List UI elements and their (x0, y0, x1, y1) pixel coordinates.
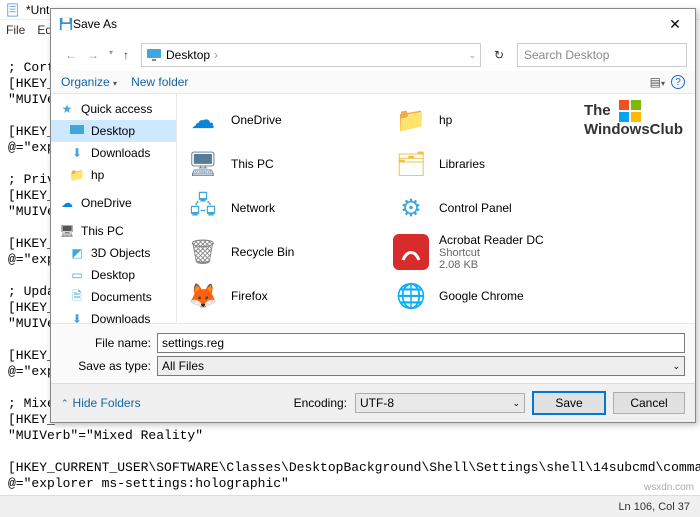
sidebar[interactable]: ★Quick access Desktop ⬇Downloads 📁hp ☁On… (51, 94, 177, 323)
cancel-button[interactable]: Cancel (613, 392, 685, 414)
item-onedrive[interactable]: ☁OneDrive (177, 98, 385, 142)
cube-icon: ◩ (69, 245, 85, 261)
view-options-button[interactable]: ▤▾ (650, 75, 665, 89)
pc-icon: 🖥 (59, 223, 75, 239)
save-icon (59, 17, 73, 31)
nav-fwd-icon: → (87, 48, 99, 62)
help-button[interactable]: ? (671, 75, 685, 89)
breadcrumb[interactable]: Desktop › ⌄ (141, 43, 481, 67)
organize-button[interactable]: Organize ▾ (61, 75, 117, 89)
dialog-title: Save As (73, 17, 117, 31)
sidebar-item-quick-access[interactable]: ★Quick access (51, 98, 176, 120)
desktop-icon: ▭ (69, 267, 85, 283)
hide-folders-button[interactable]: ⌃ Hide Folders (61, 396, 141, 410)
control-panel-icon: ⚙ (393, 190, 429, 226)
sidebar-item-downloads[interactable]: ⬇Downloads (51, 142, 176, 164)
sidebar-item-onedrive[interactable]: ☁OneDrive (51, 192, 176, 214)
watermark-logo: The WindowsClub (584, 100, 683, 138)
desktop-icon (69, 123, 85, 139)
chevron-right-icon[interactable]: › (214, 48, 218, 62)
network-icon: 🖧 (185, 190, 221, 226)
breadcrumb-location[interactable]: Desktop (166, 48, 210, 62)
item-recycle-bin[interactable]: 🗑Recycle Bin (177, 230, 385, 274)
pc-icon: 🖥 (185, 146, 221, 182)
fields-area: File name: settings.reg Save as type: Al… (51, 323, 695, 383)
item-firefox[interactable]: 🦊Firefox (177, 274, 385, 318)
status-position: Ln 106, Col 37 (618, 501, 690, 513)
item-chrome[interactable]: 🌐Google Chrome (385, 274, 593, 318)
refresh-button[interactable]: ↻ (487, 43, 511, 67)
folder-icon: 📁 (393, 102, 429, 138)
item-control-panel[interactable]: ⚙Control Panel (385, 186, 593, 230)
button-row: ⌃ Hide Folders Encoding: UTF-8⌄ Save Can… (51, 383, 695, 422)
pdf-icon (393, 234, 429, 270)
firefox-icon: 🦊 (185, 278, 221, 314)
item-acrobat[interactable]: Acrobat Reader DCShortcut2.08 KB (385, 230, 593, 274)
sidebar-item-hp[interactable]: 📁hp (51, 164, 176, 186)
desktop-icon (146, 47, 162, 63)
download-icon: ⬇ (69, 145, 85, 161)
chevron-up-icon: ⌃ (61, 398, 69, 409)
cloud-icon: ☁ (59, 195, 75, 211)
trash-icon: 🗑 (185, 234, 221, 270)
file-list[interactable]: The WindowsClub ☁OneDrive 🖥This PC 🖧Netw… (177, 94, 695, 323)
item-this-pc[interactable]: 🖥This PC (177, 142, 385, 186)
item-hp[interactable]: 📁hp (385, 98, 593, 142)
save-as-dialog: Save As ✕ ← → ▾ ↑ Desktop › ⌄ ↻ Search D… (50, 8, 696, 423)
save-button[interactable]: Save (533, 392, 605, 414)
download-icon: ⬇ (69, 311, 85, 323)
encoding-label: Encoding: (294, 396, 347, 410)
chevron-down-icon: ▾ (113, 79, 117, 88)
sidebar-item-this-pc[interactable]: 🖥This PC (51, 220, 176, 242)
star-icon: ★ (59, 101, 75, 117)
main-area: ★Quick access Desktop ⬇Downloads 📁hp ☁On… (51, 94, 695, 323)
nav-up-icon[interactable]: ↑ (123, 48, 129, 62)
sidebar-item-3d[interactable]: ◩3D Objects (51, 242, 176, 264)
dialog-titlebar[interactable]: Save As ✕ (51, 9, 695, 39)
notepad-title: *Unt (26, 3, 49, 17)
menu-file[interactable]: File (6, 23, 25, 37)
toolbar: Organize ▾ New folder ▤▾ ? (51, 71, 695, 94)
chrome-icon: 🌐 (393, 278, 429, 314)
type-select[interactable]: All Files⌄ (157, 356, 685, 376)
chevron-down-icon[interactable]: ⌄ (468, 50, 476, 61)
libraries-icon: 🗂 (393, 146, 429, 182)
folder-icon: 📁 (69, 167, 85, 183)
filename-input[interactable]: settings.reg (157, 333, 685, 353)
chevron-down-icon[interactable]: ▾ (109, 48, 113, 62)
chevron-down-icon: ⌄ (672, 361, 680, 372)
search-input[interactable]: Search Desktop (517, 43, 687, 67)
sidebar-item-downloads2[interactable]: ⬇Downloads (51, 308, 176, 323)
notepad-statusbar: Ln 106, Col 37 (0, 495, 700, 517)
nav-back-icon[interactable]: ← (65, 48, 77, 62)
sidebar-item-desktop[interactable]: Desktop (51, 120, 176, 142)
new-folder-button[interactable]: New folder (131, 75, 188, 89)
notepad-icon (6, 3, 20, 17)
search-placeholder: Search Desktop (524, 48, 609, 62)
close-button[interactable]: ✕ (655, 9, 695, 39)
chevron-down-icon: ⌄ (512, 398, 520, 409)
watermark-url: wsxdn.com (644, 482, 694, 493)
cloud-icon: ☁ (185, 102, 221, 138)
sidebar-item-documents[interactable]: 🗎Documents (51, 286, 176, 308)
document-icon: 🗎 (69, 289, 85, 305)
sidebar-item-desktop2[interactable]: ▭Desktop (51, 264, 176, 286)
filename-label: File name: (61, 336, 151, 350)
address-row: ← → ▾ ↑ Desktop › ⌄ ↻ Search Desktop (51, 39, 695, 71)
type-label: Save as type: (61, 359, 151, 373)
item-network[interactable]: 🖧Network (177, 186, 385, 230)
item-libraries[interactable]: 🗂Libraries (385, 142, 593, 186)
encoding-select[interactable]: UTF-8⌄ (355, 393, 525, 413)
